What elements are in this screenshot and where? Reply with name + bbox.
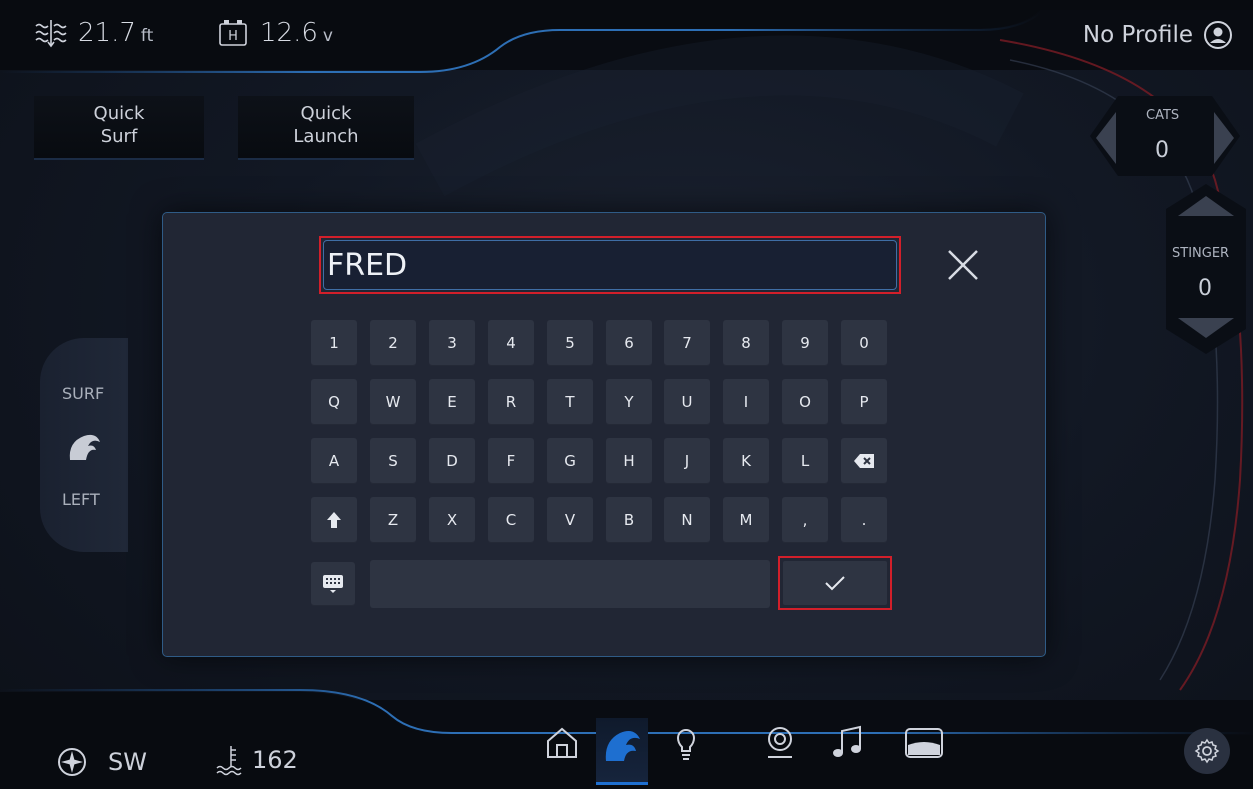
boat-display-screen: 21.7 ft H 12.6 v No Profile Quick Surf Q…	[0, 0, 1253, 789]
cats-value: 0	[1155, 138, 1169, 163]
battery-value: 12.6	[260, 18, 318, 48]
key[interactable]: ,	[782, 497, 828, 543]
heading-value: SW	[108, 748, 147, 776]
name-input-frame	[323, 240, 897, 290]
backspace-key[interactable]	[841, 438, 887, 484]
depth-icon	[35, 20, 67, 48]
checkmark-icon	[825, 576, 845, 591]
surf-wave-icon	[69, 434, 100, 460]
key[interactable]: .	[841, 497, 887, 543]
settings-button[interactable]	[1184, 728, 1230, 774]
key[interactable]: 6	[606, 320, 652, 366]
keyboard-toggle-key[interactable]	[311, 562, 355, 606]
quick-surf-button[interactable]: Quick Surf	[34, 96, 204, 160]
battery-icon: H	[219, 20, 247, 46]
cats-decrease-arrow-icon[interactable]	[1096, 112, 1116, 164]
stinger-value: 0	[1198, 276, 1212, 301]
quick-launch-line1: Quick	[300, 103, 352, 124]
tank-icon[interactable]	[904, 723, 944, 763]
key[interactable]: D	[429, 438, 475, 484]
shift-arrow-icon	[327, 512, 341, 528]
keyboard-icon	[323, 575, 343, 593]
name-entry-dialog: 1234567890 QWERTYUIOP ASDFGHJKL ZXCVBNM,.	[162, 212, 1046, 657]
surf-label: SURF	[62, 384, 105, 403]
key[interactable]: Y	[606, 379, 652, 425]
key[interactable]: 2	[370, 320, 416, 366]
key[interactable]: W	[370, 379, 416, 425]
key[interactable]: P	[841, 379, 887, 425]
key[interactable]: J	[664, 438, 710, 484]
key[interactable]: G	[547, 438, 593, 484]
backspace-icon	[854, 454, 874, 468]
key[interactable]: Z	[370, 497, 416, 543]
key[interactable]: 8	[723, 320, 769, 366]
quick-surf-line2: Surf	[100, 126, 138, 147]
key[interactable]: 0	[841, 320, 887, 366]
depth-value: 21.7	[78, 18, 136, 48]
surf-side-label: LEFT	[62, 490, 100, 509]
quick-surf-line1: Quick	[93, 103, 145, 124]
shift-key[interactable]	[311, 497, 357, 543]
key[interactable]: 5	[547, 320, 593, 366]
key[interactable]: H	[606, 438, 652, 484]
heading-readout: SW	[56, 746, 147, 778]
name-input[interactable]	[327, 247, 896, 283]
key[interactable]: T	[547, 379, 593, 425]
svg-text:H: H	[228, 29, 238, 44]
cats-label: CATS	[1146, 108, 1180, 123]
key[interactable]: 1	[311, 320, 357, 366]
key[interactable]: R	[488, 379, 534, 425]
water-temperature-icon	[216, 746, 242, 776]
wave-icon[interactable]	[602, 723, 642, 763]
key[interactable]: C	[488, 497, 534, 543]
home-icon[interactable]	[542, 723, 582, 763]
camera-icon[interactable]	[760, 723, 800, 763]
music-note-icon[interactable]	[828, 723, 868, 763]
close-icon	[948, 250, 978, 280]
key[interactable]: B	[606, 497, 652, 543]
stinger-label: STINGER	[1172, 246, 1230, 261]
cats-increase-arrow-icon[interactable]	[1214, 112, 1234, 164]
water-temp-readout: 162	[216, 744, 298, 776]
profile-selector[interactable]: No Profile	[1083, 20, 1233, 50]
profile-label: No Profile	[1082, 22, 1193, 48]
key[interactable]: K	[723, 438, 769, 484]
key[interactable]: 9	[782, 320, 828, 366]
quick-launch-button[interactable]: Quick Launch	[238, 96, 414, 160]
stinger-down-arrow-icon[interactable]	[1178, 318, 1234, 338]
confirm-key[interactable]	[783, 561, 887, 605]
key[interactable]: N	[664, 497, 710, 543]
key[interactable]: A	[311, 438, 357, 484]
stinger-up-arrow-icon[interactable]	[1178, 196, 1234, 216]
key[interactable]: F	[488, 438, 534, 484]
user-icon	[1204, 21, 1232, 49]
space-key[interactable]	[370, 560, 770, 608]
name-input-container	[319, 236, 901, 294]
key[interactable]: E	[429, 379, 475, 425]
battery-readout: H 12.6 v	[218, 18, 333, 48]
compass-icon	[58, 748, 86, 776]
bulb-icon[interactable]	[666, 723, 706, 763]
water-temp-value: 162	[252, 746, 298, 774]
quick-launch-line2: Launch	[293, 126, 359, 147]
key[interactable]: Q	[311, 379, 357, 425]
key[interactable]: M	[723, 497, 769, 543]
battery-unit: v	[322, 26, 333, 46]
gear-icon	[1194, 738, 1220, 764]
confirm-key-container	[778, 556, 892, 610]
key[interactable]: X	[429, 497, 475, 543]
depth-readout: 21.7 ft	[34, 18, 153, 48]
key[interactable]: O	[782, 379, 828, 425]
depth-unit: ft	[140, 26, 154, 46]
key[interactable]: V	[547, 497, 593, 543]
top-status-bar: 21.7 ft H 12.6 v No Profile	[6, 6, 1249, 68]
key[interactable]: S	[370, 438, 416, 484]
key[interactable]: 3	[429, 320, 475, 366]
key[interactable]: I	[723, 379, 769, 425]
close-button[interactable]	[943, 245, 983, 285]
key[interactable]: L	[782, 438, 828, 484]
key[interactable]: 7	[664, 320, 710, 366]
key[interactable]: 4	[488, 320, 534, 366]
key[interactable]: U	[664, 379, 710, 425]
